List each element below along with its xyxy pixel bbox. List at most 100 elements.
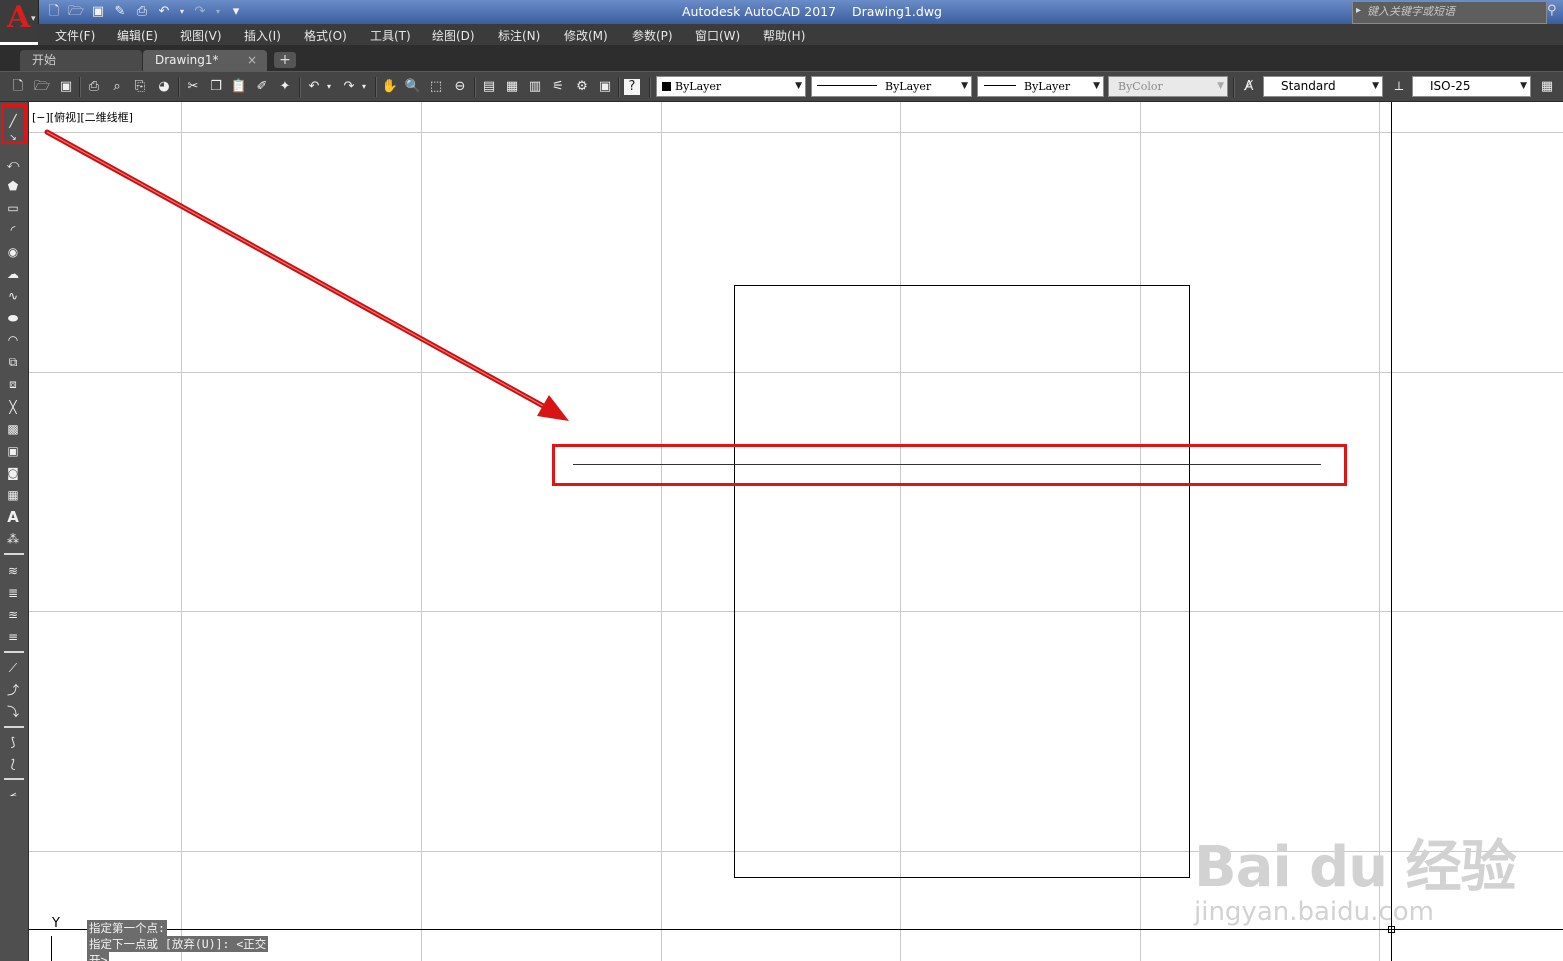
close-icon[interactable]: × — [247, 50, 257, 70]
save-as-icon[interactable]: ✎ — [112, 4, 128, 20]
gradient-icon[interactable]: ▣ — [4, 442, 22, 460]
cut-icon[interactable]: ✂ — [184, 78, 202, 96]
drawing-canvas[interactable]: [−][俯视][二维线框] Y 指定第一个点: 指定下一点或 [放弃(U)]: … — [29, 102, 1563, 961]
spline-icon[interactable]: ∿ — [4, 287, 22, 305]
lineweight-control-value: ByLayer — [1024, 80, 1071, 93]
menu-parametric[interactable]: 参数(P) — [632, 27, 673, 44]
3d-print-icon[interactable]: ◕ — [155, 78, 173, 96]
redo-dropdown-icon[interactable]: ▾ — [360, 78, 368, 96]
search-input[interactable] — [1367, 4, 1541, 20]
dim-style-control[interactable]: ISO-25 ▼ — [1412, 76, 1531, 97]
dim-linear-icon[interactable]: ⟋ — [4, 659, 22, 677]
binoculars-icon[interactable]: ⚲ — [1547, 3, 1557, 18]
arc-icon[interactable]: ◜ — [4, 221, 22, 239]
layer-walk-icon[interactable]: ≡ — [4, 628, 22, 646]
layer-icon[interactable]: ≋ — [4, 562, 22, 580]
open-icon[interactable]: 🗁 — [33, 78, 51, 96]
insert-block-icon[interactable]: ⧉ — [4, 353, 22, 371]
drawn-rectangle[interactable] — [734, 285, 1190, 878]
menu-draw[interactable]: 绘图(D) — [432, 27, 475, 44]
pan-icon[interactable]: ✋ — [381, 78, 399, 96]
plot-icon[interactable]: ⎙ — [85, 78, 103, 96]
dim-radius-icon[interactable]: ⟅ — [4, 755, 22, 773]
app-menu-button[interactable]: A ▾ — [0, 0, 39, 42]
menu-file[interactable]: 文件(F) — [55, 27, 95, 44]
viewport-controls[interactable]: [−][俯视][二维线框] — [32, 109, 133, 125]
table-icon[interactable]: ▦ — [4, 486, 22, 504]
menu-modify[interactable]: 修改(M) — [564, 27, 608, 44]
block-editor-icon[interactable]: ✦ — [276, 78, 294, 96]
menu-dimension[interactable]: 标注(N) — [498, 27, 540, 44]
publish-icon[interactable]: ⎘ — [131, 78, 149, 96]
circle-icon[interactable]: ◉ — [4, 243, 22, 261]
tool-palettes-icon[interactable]: ▥ — [526, 78, 544, 96]
redo-icon[interactable]: ↷ — [192, 4, 208, 20]
paste-icon[interactable]: 📋 — [230, 78, 248, 96]
hatch-icon[interactable]: ▩ — [4, 420, 22, 438]
menu-format[interactable]: 格式(O) — [304, 27, 347, 44]
undo-dropdown-icon[interactable]: ▾ — [325, 78, 333, 96]
toolbar-divider — [375, 77, 377, 97]
new-icon[interactable]: 🗋 — [46, 4, 62, 20]
dim-ordinate-icon[interactable]: ⟆ — [4, 733, 22, 751]
menu-insert[interactable]: 插入(I) — [244, 27, 281, 44]
sheet-set-icon[interactable]: ⚟ — [549, 78, 567, 96]
polyline-icon[interactable]: ⤺ — [4, 155, 22, 173]
plot-preview-icon[interactable]: ⌕ — [108, 78, 126, 96]
point-icon[interactable]: ╳ — [4, 398, 22, 416]
polygon-icon[interactable]: ⬟ — [4, 177, 22, 195]
new-tab-button[interactable]: + — [274, 52, 296, 68]
help-icon[interactable]: ? — [624, 79, 640, 95]
redo-dropdown-icon[interactable]: ▾ — [214, 4, 222, 20]
properties-icon[interactable]: ▤ — [480, 78, 498, 96]
rectangle-icon[interactable]: ▭ — [4, 199, 22, 217]
undo-icon[interactable]: ↶ — [156, 4, 172, 20]
lineweight-control[interactable]: ByLayer ▼ — [977, 76, 1104, 97]
ellipse-icon[interactable]: ⬬ — [4, 309, 22, 327]
color-control[interactable]: ByLayer ▼ — [656, 76, 806, 97]
customize-icon[interactable]: ▾ — [228, 4, 244, 20]
tab-start[interactable]: 开始 — [20, 50, 142, 71]
make-block-icon[interactable]: ⧈ — [4, 375, 22, 393]
markup-icon[interactable]: ⚙ — [573, 78, 591, 96]
plot-icon[interactable]: ⎙ — [134, 4, 150, 20]
dim-aligned-icon[interactable]: ⤴ — [4, 681, 22, 699]
text-style-icon[interactable]: A̸ — [1240, 78, 1258, 96]
design-center-icon[interactable]: ▦ — [503, 78, 521, 96]
calculator-icon[interactable]: ▣ — [596, 78, 614, 96]
layer-states-icon[interactable]: ≣ — [4, 584, 22, 602]
search-expand-icon[interactable]: ▸ — [1356, 5, 1361, 16]
copy-icon[interactable]: ❐ — [207, 78, 225, 96]
multiline-text-icon[interactable]: A — [4, 508, 22, 526]
tab-drawing1[interactable]: Drawing1* × — [143, 50, 267, 71]
zoom-realtime-icon[interactable]: 🔍 — [404, 78, 422, 96]
save-icon[interactable]: ▣ — [57, 78, 75, 96]
undo-dropdown-icon[interactable]: ▾ — [178, 4, 186, 20]
save-icon[interactable]: ▣ — [90, 4, 106, 20]
undo-icon[interactable]: ↶ — [305, 78, 323, 96]
table-style-icon[interactable]: ▦ — [1538, 78, 1556, 96]
menu-view[interactable]: 视图(V) — [180, 27, 222, 44]
zoom-previous-icon[interactable]: ⊖ — [451, 78, 469, 96]
linetype-control[interactable]: ByLayer ▼ — [811, 76, 972, 97]
menu-tools[interactable]: 工具(T) — [370, 27, 411, 44]
region-icon[interactable]: ◙ — [4, 464, 22, 482]
ellipse-arc-icon[interactable]: ◠ — [4, 331, 22, 349]
menu-window[interactable]: 窗口(W) — [695, 27, 740, 44]
text-style-control[interactable]: Standard ▼ — [1263, 76, 1383, 97]
zoom-window-icon[interactable]: ⬚ — [427, 78, 445, 96]
menu-help[interactable]: 帮助(H) — [763, 27, 805, 44]
dim-angular-icon[interactable]: ⦟ — [4, 783, 22, 801]
redo-icon[interactable]: ↷ — [340, 78, 358, 96]
match-properties-icon[interactable]: ✐ — [253, 78, 271, 96]
search-box[interactable]: ▸ — [1352, 1, 1547, 24]
dim-style-icon[interactable]: ⟂ — [1390, 78, 1408, 96]
add-selected-icon[interactable]: ⁂ — [4, 530, 22, 548]
revision-cloud-icon[interactable]: ☁ — [4, 265, 22, 283]
open-icon[interactable]: 🗁 — [68, 4, 84, 20]
layer-previous-icon[interactable]: ≊ — [4, 606, 22, 624]
autocad-logo-icon: A — [7, 0, 31, 35]
dim-arc-icon[interactable]: ⤵ — [4, 703, 22, 721]
new-icon[interactable]: 🗋 — [9, 78, 27, 96]
menu-edit[interactable]: 编辑(E) — [117, 27, 158, 44]
